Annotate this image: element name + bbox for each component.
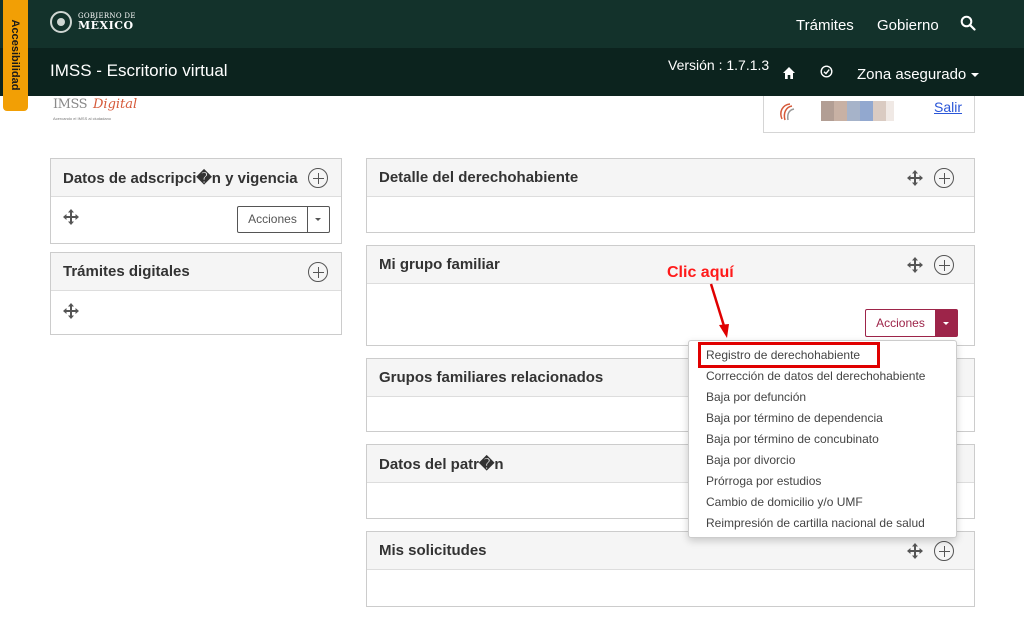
version-label: Versión : 1.7.1.3 (668, 57, 770, 73)
panel-header: Detalle del derechohabiente (367, 159, 974, 197)
search-icon[interactable] (960, 15, 976, 31)
move-icon[interactable] (907, 257, 923, 273)
menu-item-reimpresion-cartilla[interactable]: Reimpresión de cartilla nacional de salu… (706, 516, 925, 530)
caret-down-icon (971, 73, 980, 78)
accessibility-label: Accesibilidad (9, 19, 21, 91)
acciones-button-grupo-familiar[interactable]: Acciones (865, 309, 958, 337)
highlight-box (698, 342, 880, 368)
expand-plus-icon[interactable] (934, 541, 954, 561)
logo-line2: MÉXICO (78, 19, 134, 32)
acciones-dropdown-menu: Registro de derechohabiente Corrección d… (688, 340, 957, 538)
panel-title: Detalle del derechohabiente (379, 169, 579, 186)
user-box: Salir (763, 96, 975, 133)
dropdown-toggle-icon[interactable] (308, 207, 329, 232)
menu-item-baja-concubinato[interactable]: Baja por término de concubinato (706, 432, 879, 446)
annotation-arrow-icon (709, 283, 729, 338)
menu-item-baja-divorcio[interactable]: Baja por divorcio (706, 453, 795, 467)
logo-digital-text: Digital (93, 97, 138, 112)
move-icon[interactable] (63, 209, 79, 225)
nav-tramites[interactable]: Trámites (796, 17, 854, 34)
panel-title: Trámites digitales (63, 263, 190, 280)
panel-header: Datos de adscripci�n y vigencia (51, 159, 341, 197)
menu-item-baja-dependencia[interactable]: Baja por término de dependencia (706, 411, 883, 425)
panel-header: Trámites digitales (51, 253, 341, 291)
gov-header (0, 0, 1024, 48)
zona-asegurado-menu[interactable]: Zona asegurado (857, 66, 980, 83)
logo-imss-text: IMSS (53, 97, 88, 112)
dropdown-toggle-icon[interactable] (935, 310, 957, 336)
panel-detalle-derechohabiente: Detalle del derechohabiente (366, 158, 975, 233)
expand-plus-icon[interactable] (308, 168, 328, 188)
logo-tagline: Acercando el IMSS al ciudadano (53, 116, 112, 121)
app-title: IMSS - Escritorio virtual (50, 61, 228, 80)
menu-item-baja-defuncion[interactable]: Baja por defunción (706, 390, 806, 404)
panel-title: Grupos familiares relacionados (379, 369, 604, 386)
imss-digital-logo: IMSS Digital Acercando el IMSS al ciudad… (53, 97, 153, 125)
menu-item-cambio-domicilio[interactable]: Cambio de domicilio y/o UMF (706, 495, 863, 509)
panel-title: Mi grupo familiar (379, 256, 500, 273)
home-icon[interactable] (782, 66, 796, 80)
panel-title: Datos del patr�n (379, 456, 504, 473)
acciones-button-adscripcion[interactable]: Acciones (237, 206, 330, 233)
national-seal-icon (50, 11, 72, 33)
logout-link[interactable]: Salir (934, 99, 962, 115)
panel-tramites-digitales: Trámites digitales (50, 252, 342, 335)
expand-plus-icon[interactable] (308, 262, 328, 282)
acciones-label: Acciones (238, 207, 308, 232)
panel-mis-solicitudes: Mis solicitudes (366, 531, 975, 607)
check-circle-icon[interactable] (820, 65, 833, 78)
user-avatar-icon (780, 103, 795, 121)
move-icon[interactable] (907, 170, 923, 186)
accessibility-tab[interactable]: Accesibilidad (3, 0, 28, 111)
expand-plus-icon[interactable] (934, 168, 954, 188)
panel-title: Datos de adscripci�n y vigencia (63, 170, 298, 187)
move-icon[interactable] (907, 543, 923, 559)
acciones-label: Acciones (876, 316, 925, 330)
gobierno-mexico-logo[interactable]: GOBIERNO DE MÉXICO (50, 11, 136, 33)
menu-item-prorroga-estudios[interactable]: Prórroga por estudios (706, 474, 821, 488)
menu-item-correccion-datos[interactable]: Corrección de datos del derechohabiente (706, 369, 925, 383)
nav-gobierno[interactable]: Gobierno (877, 17, 939, 34)
redacted-user-name (821, 101, 894, 121)
move-icon[interactable] (63, 303, 79, 319)
expand-plus-icon[interactable] (934, 255, 954, 275)
panel-datos-adscripcion: Datos de adscripci�n y vigencia Acciones (50, 158, 342, 244)
panel-title: Mis solicitudes (379, 542, 487, 559)
zona-label: Zona asegurado (857, 66, 967, 83)
